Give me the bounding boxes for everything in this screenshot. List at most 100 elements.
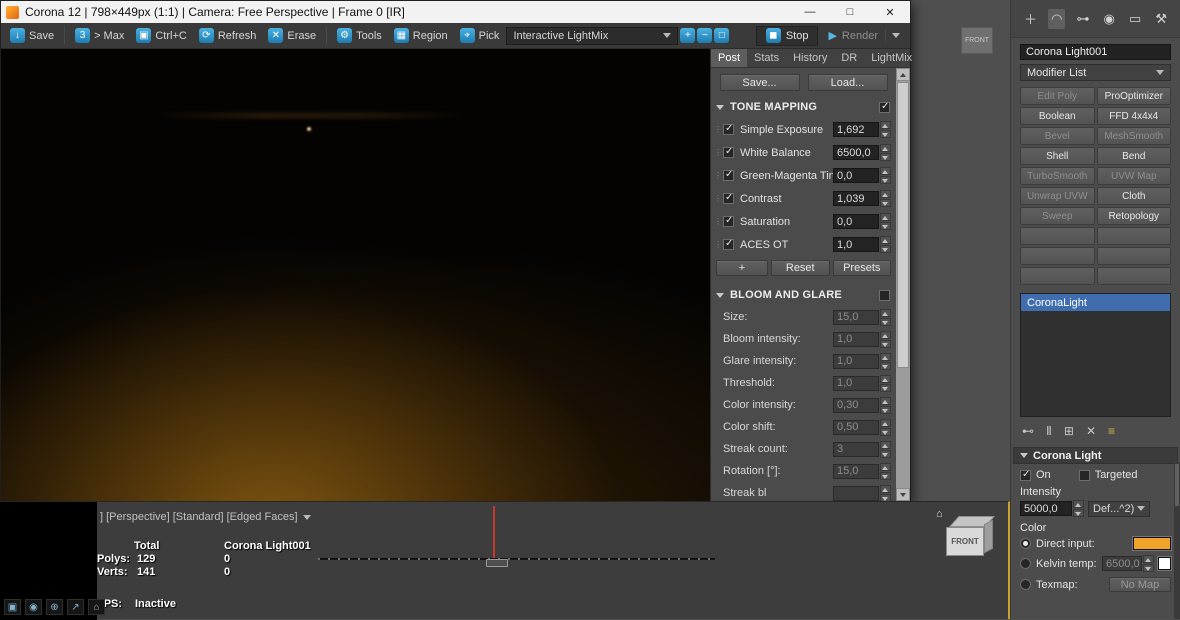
save-button[interactable]: ↓ Save	[5, 26, 59, 45]
texmap-radio[interactable]	[1020, 579, 1031, 590]
spinner[interactable]	[880, 352, 891, 370]
viewport-label-menu[interactable]: ] [Perspective] [Standard] [Edged Faces]	[100, 511, 311, 523]
modifier-stack[interactable]: CoronaLight	[1020, 293, 1171, 417]
spinner[interactable]	[1143, 555, 1154, 572]
motion-tab-icon[interactable]: ◉	[1101, 9, 1118, 29]
presets-button[interactable]: Presets	[832, 260, 891, 276]
tone-mapping-enable-checkbox[interactable]	[879, 101, 890, 113]
configure-sets-icon[interactable]: ≡	[1108, 424, 1115, 438]
drag-handle-icon[interactable]: ⋮⋮	[714, 125, 728, 134]
direct-input-radio[interactable]	[1020, 538, 1031, 549]
spinner[interactable]	[880, 144, 891, 161]
scroll-down-icon[interactable]	[896, 488, 910, 501]
erase-button[interactable]: ✕ Erase	[263, 26, 321, 45]
modifier-list-dropdown[interactable]: Modifier List	[1020, 64, 1171, 81]
scroll-up-icon[interactable]	[896, 68, 910, 81]
intensity-field[interactable]: 5000,0	[1020, 501, 1072, 516]
param-checkbox[interactable]	[723, 169, 734, 181]
to-max-button[interactable]: 3 > Max	[70, 26, 129, 45]
modifier-button[interactable]: Unwrap UVW	[1020, 187, 1095, 205]
corona-light-rollout-header[interactable]: Corona Light	[1013, 447, 1178, 464]
param-value-field[interactable]: 0,0	[833, 168, 879, 183]
rollout-scrollbar[interactable]	[1174, 462, 1180, 619]
region-button[interactable]: ▦ Region	[389, 26, 453, 45]
render-dropdown-caret[interactable]	[885, 30, 902, 41]
viewcube-front-face[interactable]: FRONT	[946, 527, 984, 556]
param-value-field[interactable]: 0,0	[833, 214, 879, 229]
add-operator-button[interactable]: +	[716, 260, 768, 276]
param-value-field[interactable]: 1,039	[833, 191, 879, 206]
modifier-button[interactable]: ProOptimizer	[1096, 87, 1171, 105]
spinner[interactable]	[880, 418, 891, 436]
param-value-field[interactable]: 1,0	[833, 237, 879, 252]
bloom-glare-header[interactable]: BLOOM AND GLARE	[711, 284, 896, 306]
viewcube[interactable]: ⌂ FRONT	[936, 508, 1002, 570]
param-checkbox[interactable]	[723, 238, 734, 250]
panel-scrollbar[interactable]	[896, 68, 910, 501]
spinner[interactable]	[1073, 500, 1084, 517]
scrollbar-thumb[interactable]	[1175, 464, 1179, 506]
tab-history[interactable]: History	[786, 49, 834, 67]
bloom-glare-enable-checkbox[interactable]	[879, 289, 890, 301]
tab-dr[interactable]: DR	[834, 49, 864, 67]
load-settings-button[interactable]: Load...	[807, 74, 888, 91]
texmap-button[interactable]: No Map	[1109, 577, 1171, 592]
modify-tab-icon[interactable]: ◠	[1048, 8, 1066, 29]
param-checkbox[interactable]	[723, 192, 734, 204]
modifier-button[interactable]: FFD 4x4x4	[1096, 107, 1171, 125]
modifier-button[interactable]: Boolean	[1020, 107, 1095, 125]
drag-handle-icon[interactable]: ⋮⋮	[714, 217, 728, 226]
modifier-button[interactable]: TurboSmooth	[1020, 167, 1095, 185]
param-checkbox[interactable]	[723, 123, 734, 135]
render-button[interactable]: ▶ Render	[820, 26, 906, 46]
targeted-checkbox[interactable]	[1078, 469, 1090, 481]
pick-button[interactable]: ⌖ Pick	[455, 26, 505, 45]
param-value-field[interactable]: 1,0	[833, 353, 879, 369]
param-value-field[interactable]: 3	[833, 441, 879, 457]
drag-handle-icon[interactable]: ⋮⋮	[714, 240, 728, 249]
refresh-button[interactable]: ⟳ Refresh	[194, 26, 262, 45]
zoom-in-icon[interactable]: +	[680, 28, 696, 43]
kelvin-temp-radio[interactable]	[1020, 558, 1031, 569]
param-value-field[interactable]: 6500,0	[833, 145, 879, 160]
param-checkbox[interactable]	[723, 215, 734, 227]
stop-button[interactable]: ◼ Stop	[755, 25, 819, 46]
status-icon-2[interactable]: ◉	[25, 599, 42, 615]
kelvin-color-swatch[interactable]	[1157, 556, 1172, 571]
spinner[interactable]	[880, 236, 891, 253]
spinner[interactable]	[880, 374, 891, 392]
tab-post[interactable]: Post	[711, 49, 748, 67]
param-value-field[interactable]: 1,692	[833, 122, 879, 137]
intensity-units-dropdown[interactable]: Def...^2)	[1088, 500, 1150, 517]
spinner[interactable]	[880, 190, 891, 207]
save-settings-button[interactable]: Save...	[719, 74, 800, 91]
on-checkbox[interactable]	[1020, 469, 1031, 481]
modifier-button[interactable]: Bend	[1096, 147, 1171, 165]
viewcube-side-face[interactable]	[984, 519, 993, 554]
drag-handle-icon[interactable]: ⋮⋮	[714, 194, 728, 203]
spinner[interactable]	[880, 308, 891, 326]
status-icon-4[interactable]: ↗	[67, 599, 84, 615]
tools-button[interactable]: ⚙ Tools	[332, 26, 387, 45]
copy-button[interactable]: ▣ Ctrl+C	[131, 26, 191, 45]
tab-stats[interactable]: Stats	[747, 49, 786, 67]
maximize-icon[interactable]: □	[830, 1, 870, 23]
modifier-button[interactable]: UVW Map	[1096, 167, 1171, 185]
hierarchy-tab-icon[interactable]: ⊶	[1073, 9, 1092, 29]
utilities-tab-icon[interactable]: ⚒	[1152, 9, 1170, 29]
drag-handle-icon[interactable]: ⋮⋮	[714, 148, 728, 157]
spinner[interactable]	[880, 167, 891, 184]
remove-modifier-icon[interactable]: ✕	[1086, 424, 1096, 438]
make-unique-icon[interactable]: ⊞	[1064, 424, 1074, 438]
status-icon-5[interactable]: ⌂	[88, 599, 105, 615]
spinner[interactable]	[880, 484, 891, 501]
modifier-button[interactable]: Shell	[1020, 147, 1095, 165]
home-icon[interactable]: ⌂	[936, 508, 943, 520]
perspective-viewport[interactable]: ] [Perspective] [Standard] [Edged Faces]…	[0, 501, 1010, 620]
lightmix-dropdown[interactable]: Interactive LightMix	[506, 26, 679, 45]
modifier-button[interactable]: Bevel	[1020, 127, 1095, 145]
drag-handle-icon[interactable]: ⋮⋮	[714, 171, 728, 180]
modifier-button[interactable]: Cloth	[1096, 187, 1171, 205]
param-value-field[interactable]	[833, 485, 879, 501]
tone-mapping-header[interactable]: TONE MAPPING	[711, 96, 896, 118]
